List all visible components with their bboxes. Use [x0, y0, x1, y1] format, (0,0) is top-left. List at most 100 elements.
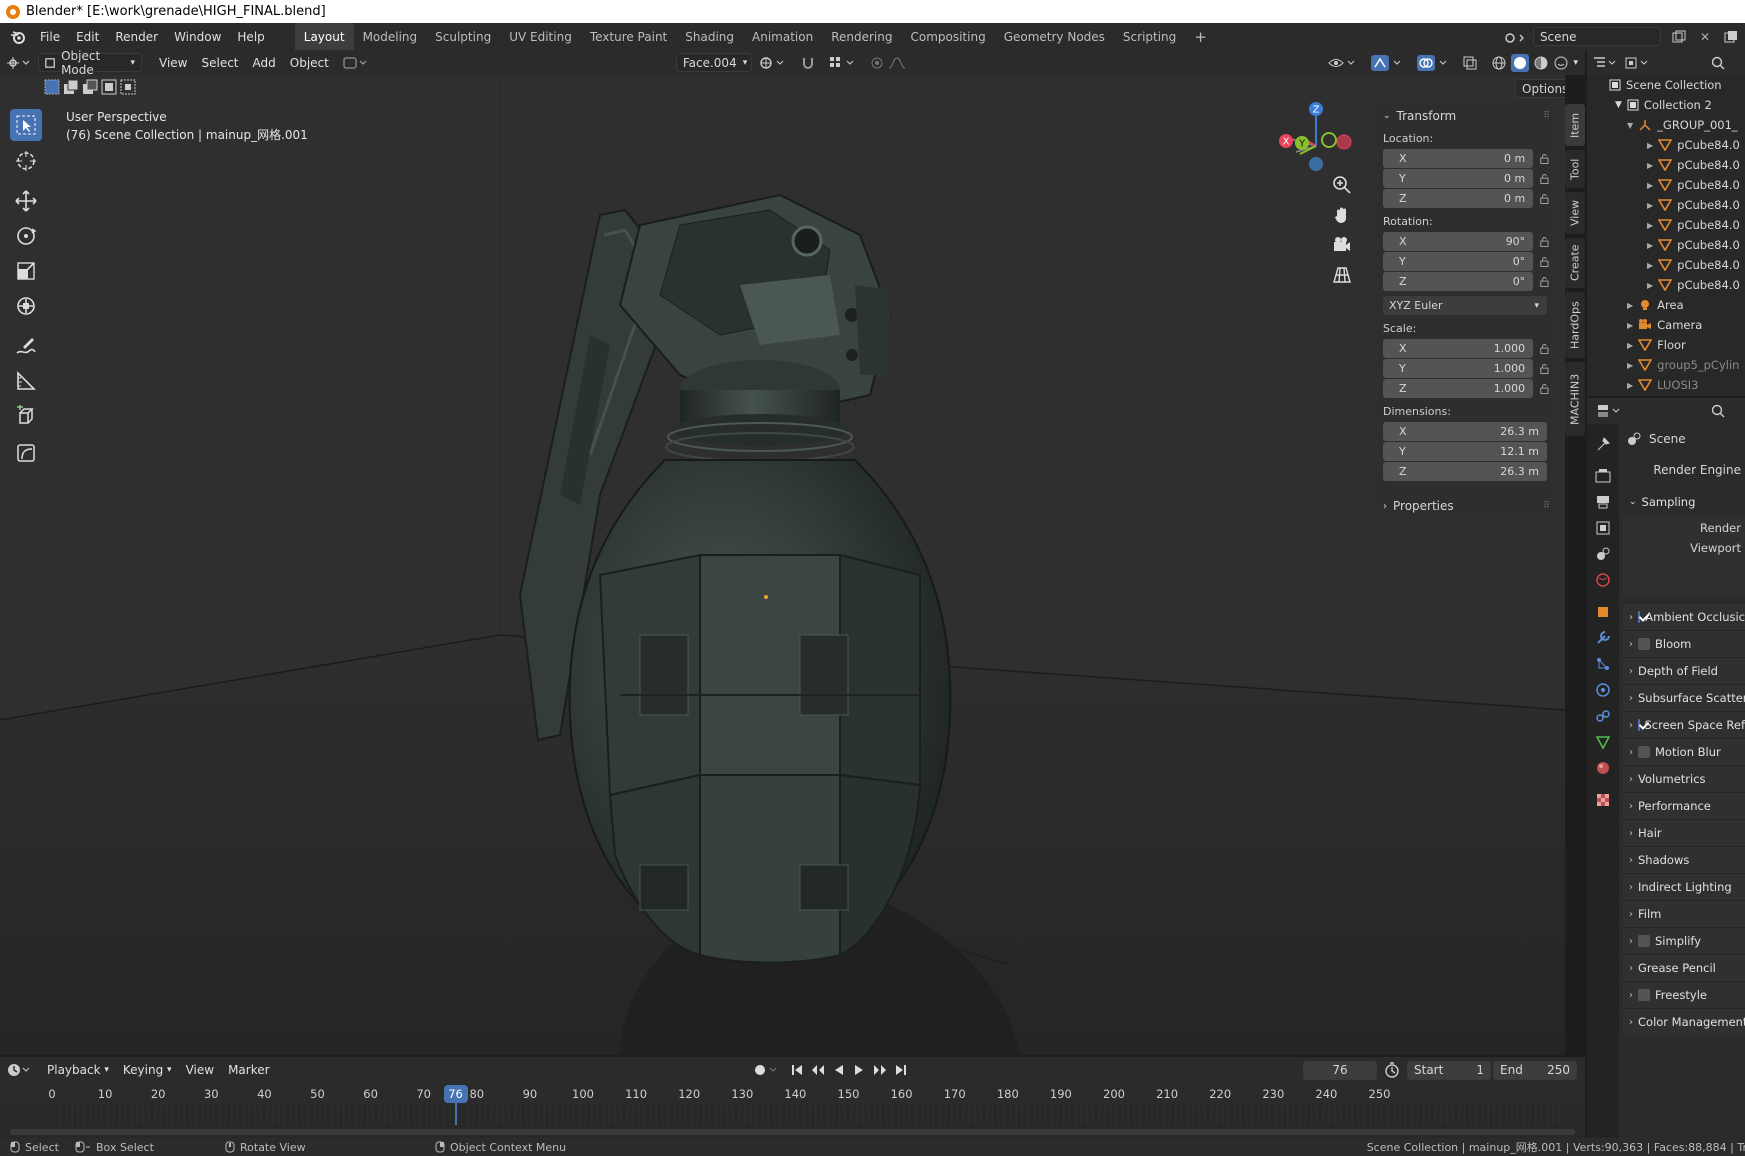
pivot-point-icon[interactable]	[752, 53, 794, 72]
gizmo-toggle-icon[interactable]	[1364, 53, 1410, 72]
lock-icon[interactable]	[1539, 383, 1550, 395]
snap-toggle-icon[interactable]	[794, 53, 822, 72]
proportional-edit-icon[interactable]	[864, 53, 918, 72]
drag-handle-icon[interactable]: ⠿	[1543, 501, 1550, 511]
delete-scene-icon[interactable]: ✕	[1693, 27, 1717, 46]
timeline-editor-icon[interactable]	[0, 1061, 40, 1080]
property-panel-header[interactable]: › Subsurface Scatterir	[1623, 684, 1745, 711]
expand-arrow-icon[interactable]: ▶	[1647, 261, 1653, 270]
jump-end-icon[interactable]	[895, 1064, 907, 1076]
drag-handle-icon[interactable]: ⠿	[1543, 111, 1550, 121]
properties-panel-header[interactable]: › Properties ⠿	[1383, 496, 1550, 516]
start-frame-field[interactable]: Start 1	[1407, 1060, 1491, 1080]
tool-add-cube[interactable]	[10, 400, 42, 432]
dimensions-y-field[interactable]: Y 12.1 m	[1383, 442, 1547, 461]
add-workspace-button[interactable]: +	[1185, 23, 1216, 50]
tool-scale[interactable]	[10, 255, 42, 287]
data-properties-icon[interactable]	[1595, 734, 1611, 750]
mode-selector[interactable]: Object Mode ▾	[38, 49, 142, 77]
panel-enable-checkbox[interactable]	[1638, 989, 1650, 1001]
blender-menu-icon[interactable]	[0, 23, 32, 50]
rotation-mode-dropdown[interactable]: XYZ Euler ▾	[1383, 296, 1547, 315]
zoom-icon[interactable]	[1332, 175, 1352, 195]
outliner-row[interactable]: ▶ Floor	[1587, 335, 1745, 355]
overlay-toggle-icon[interactable]	[1410, 53, 1456, 72]
menu-window[interactable]: Window	[166, 23, 229, 50]
outliner-row[interactable]: ▶ pCube84.0	[1587, 155, 1745, 175]
play-icon[interactable]	[853, 1064, 865, 1076]
lock-icon[interactable]	[1539, 236, 1550, 248]
panel-enable-checkbox[interactable]	[1638, 638, 1650, 650]
tab-view[interactable]: View	[1565, 192, 1585, 234]
tab-texture-paint[interactable]: Texture Paint	[581, 23, 676, 50]
dimensions-x-field[interactable]: X 26.3 m	[1383, 422, 1547, 441]
view-layer-icon[interactable]	[1717, 27, 1745, 46]
tool-extra[interactable]	[10, 437, 42, 469]
select-invert-icon[interactable]	[101, 79, 117, 95]
property-panel-header[interactable]: › Film	[1623, 900, 1745, 927]
tab-geometry-nodes[interactable]: Geometry Nodes	[995, 23, 1114, 50]
tab-rendering[interactable]: Rendering	[822, 23, 901, 50]
render-properties-icon[interactable]	[1595, 468, 1611, 484]
scale-y-field[interactable]: Y 1.000	[1383, 359, 1534, 378]
expand-arrow-icon[interactable]: ▶	[1647, 221, 1653, 230]
properties-editor-icon[interactable]	[1597, 404, 1623, 418]
search-icon[interactable]	[1711, 56, 1725, 70]
current-frame-field[interactable]: 76	[1303, 1060, 1377, 1080]
snap-target-icon[interactable]	[822, 53, 864, 72]
menu-timeline-view[interactable]: View	[179, 1061, 221, 1080]
tab-compositing[interactable]: Compositing	[901, 23, 994, 50]
outliner-row[interactable]: ▶ pCube84.0	[1587, 135, 1745, 155]
tool-transform[interactable]	[10, 290, 42, 322]
camera-view-icon[interactable]	[1332, 235, 1352, 255]
lock-icon[interactable]	[1539, 193, 1550, 205]
constraint-properties-icon[interactable]	[1595, 708, 1611, 724]
outliner-row[interactable]: ▶ LUOSI3	[1587, 375, 1745, 395]
world-properties-icon[interactable]	[1595, 572, 1611, 588]
playhead[interactable]: 76	[443, 1085, 468, 1103]
tool-settings-icon[interactable]	[1595, 436, 1611, 452]
property-panel-header[interactable]: › Bloom	[1623, 630, 1745, 657]
panel-enable-checkbox[interactable]	[1638, 719, 1640, 731]
transform-orientation-selector[interactable]: Face.004 ▾	[675, 53, 752, 72]
neg-z-axis-icon[interactable]	[1309, 157, 1323, 171]
tab-machin3[interactable]: MACHIN3	[1565, 362, 1585, 436]
property-panel-header[interactable]: › Indirect Lighting	[1623, 873, 1745, 900]
editor-type-icon[interactable]	[0, 53, 38, 72]
tab-create[interactable]: Create	[1565, 238, 1585, 288]
panel-enable-checkbox[interactable]	[1638, 746, 1650, 758]
keyframe-area[interactable]	[60, 1105, 1565, 1125]
expand-arrow-icon[interactable]: ▶	[1647, 181, 1653, 190]
perspective-toggle-icon[interactable]	[1332, 265, 1352, 285]
outliner-row[interactable]: ▶ Camera	[1587, 315, 1745, 335]
expand-arrow-icon[interactable]: ▶	[1627, 301, 1633, 310]
tab-shading[interactable]: Shading	[676, 23, 743, 50]
tab-layout[interactable]: Layout	[294, 23, 354, 50]
material-properties-icon[interactable]	[1595, 760, 1611, 776]
display-mode-icon[interactable]	[1625, 56, 1651, 70]
expand-arrow-icon[interactable]: ▼	[1615, 100, 1622, 110]
menu-object[interactable]: Object	[283, 53, 336, 72]
property-panel-header[interactable]: › Color Management	[1623, 1008, 1745, 1035]
property-panel-header[interactable]: › Ambient Occlusic	[1623, 603, 1745, 630]
xray-toggle-icon[interactable]	[1456, 53, 1484, 72]
select-subtract-icon[interactable]	[82, 79, 98, 95]
tool-move[interactable]	[10, 185, 42, 217]
new-scene-icon[interactable]	[1665, 27, 1693, 46]
outliner-row[interactable]: ▶ Area	[1587, 295, 1745, 315]
modifier-properties-icon[interactable]	[1595, 630, 1611, 646]
jump-start-icon[interactable]	[791, 1064, 803, 1076]
menu-playback[interactable]: Playback ▾	[40, 1061, 116, 1080]
texture-properties-icon[interactable]	[1595, 792, 1611, 808]
particle-properties-icon[interactable]	[1595, 656, 1611, 672]
outliner-row[interactable]: ▶ pCube84.0	[1587, 175, 1745, 195]
panel-enable-checkbox[interactable]	[1638, 611, 1641, 623]
lock-icon[interactable]	[1539, 343, 1550, 355]
timeline-body[interactable]: 0 10 20 30 40 50 60 70 80 90 100 110 120 130 140 150 160…	[0, 1083, 1585, 1138]
3d-viewport[interactable]: Options ▾ User Perspective (76) Scene Co…	[0, 75, 1565, 1055]
next-keyframe-icon[interactable]	[873, 1064, 887, 1076]
property-panel-header[interactable]: › Depth of Field	[1623, 657, 1745, 684]
rotation-x-field[interactable]: X 90°	[1383, 232, 1534, 251]
expand-arrow-icon[interactable]: ▶	[1647, 281, 1653, 290]
object-properties-icon[interactable]	[1595, 604, 1611, 620]
